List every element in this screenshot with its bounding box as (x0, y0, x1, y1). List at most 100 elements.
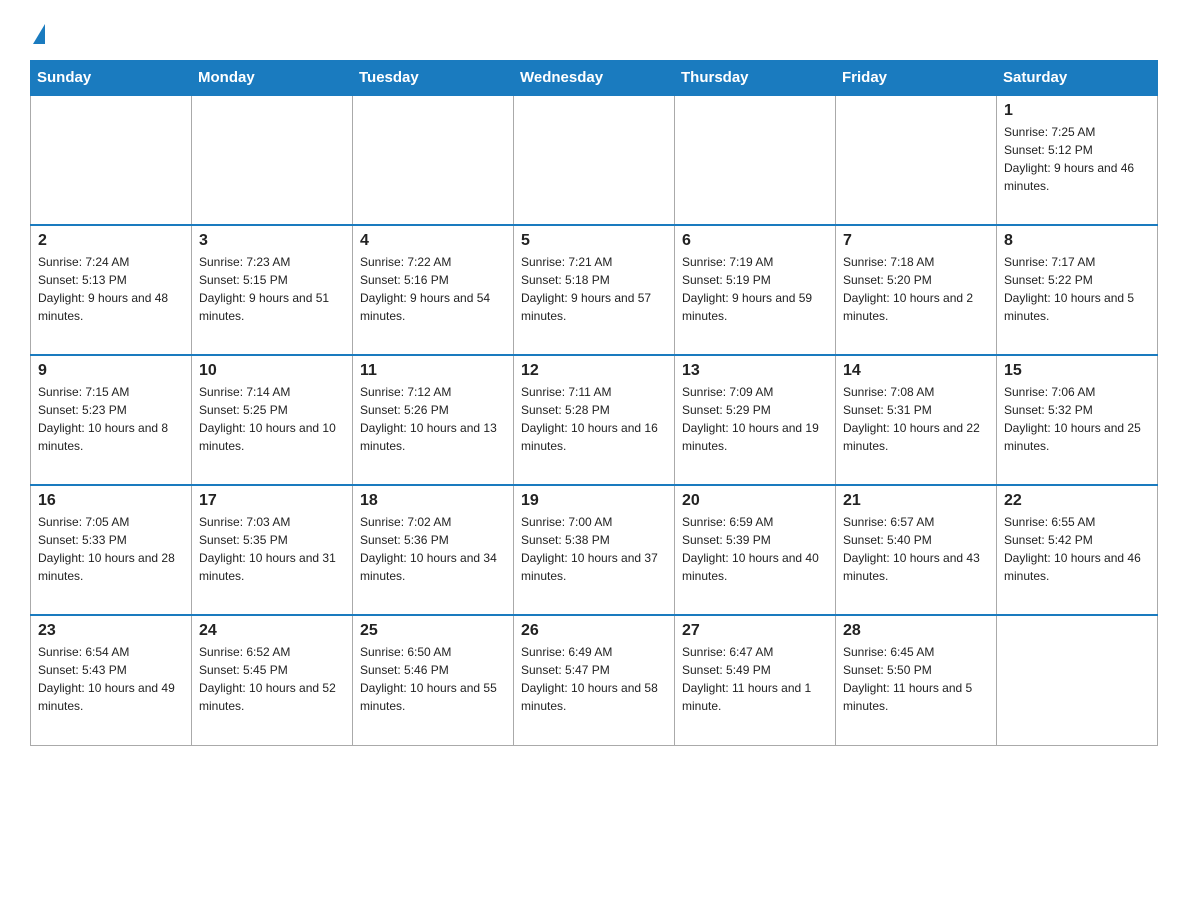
day-number: 12 (521, 362, 667, 380)
day-number: 22 (1004, 492, 1150, 510)
day-info: Sunrise: 7:19 AMSunset: 5:19 PMDaylight:… (682, 253, 828, 325)
logo-triangle-icon (33, 24, 45, 44)
calendar-week-1: 1 Sunrise: 7:25 AMSunset: 5:12 PMDaylight… (31, 95, 1158, 225)
calendar-cell: 1 Sunrise: 7:25 AMSunset: 5:12 PMDaylight… (997, 95, 1158, 225)
logo (30, 20, 45, 40)
day-number: 13 (682, 362, 828, 380)
day-info: Sunrise: 7:09 AMSunset: 5:29 PMDaylight:… (682, 383, 828, 455)
calendar-cell: 18 Sunrise: 7:02 AMSunset: 5:36 PMDayligh… (353, 485, 514, 615)
day-info: Sunrise: 7:08 AMSunset: 5:31 PMDaylight:… (843, 383, 989, 455)
calendar-week-5: 23 Sunrise: 6:54 AMSunset: 5:43 PMDayligh… (31, 615, 1158, 745)
day-info: Sunrise: 7:06 AMSunset: 5:32 PMDaylight:… (1004, 383, 1150, 455)
day-number: 8 (1004, 232, 1150, 250)
header-thursday: Thursday (675, 61, 836, 96)
calendar-cell: 17 Sunrise: 7:03 AMSunset: 5:35 PMDayligh… (192, 485, 353, 615)
day-number: 25 (360, 622, 506, 640)
calendar-cell: 23 Sunrise: 6:54 AMSunset: 5:43 PMDayligh… (31, 615, 192, 745)
day-number: 26 (521, 622, 667, 640)
calendar-week-2: 2 Sunrise: 7:24 AMSunset: 5:13 PMDaylight… (31, 225, 1158, 355)
calendar-cell (675, 95, 836, 225)
day-number: 3 (199, 232, 345, 250)
day-info: Sunrise: 7:23 AMSunset: 5:15 PMDaylight:… (199, 253, 345, 325)
calendar-cell: 13 Sunrise: 7:09 AMSunset: 5:29 PMDayligh… (675, 355, 836, 485)
calendar-cell: 14 Sunrise: 7:08 AMSunset: 5:31 PMDayligh… (836, 355, 997, 485)
day-info: Sunrise: 7:25 AMSunset: 5:12 PMDaylight:… (1004, 123, 1150, 195)
day-info: Sunrise: 6:50 AMSunset: 5:46 PMDaylight:… (360, 643, 506, 715)
day-number: 6 (682, 232, 828, 250)
calendar-cell: 11Sunrise: 7:12 AMSunset: 5:26 PMDayligh… (353, 355, 514, 485)
calendar-cell: 12 Sunrise: 7:11 AMSunset: 5:28 PMDayligh… (514, 355, 675, 485)
day-number: 2 (38, 232, 184, 250)
calendar-cell: 16 Sunrise: 7:05 AMSunset: 5:33 PMDayligh… (31, 485, 192, 615)
day-number: 27 (682, 622, 828, 640)
day-number: 5 (521, 232, 667, 250)
day-number: 24 (199, 622, 345, 640)
calendar-cell: 27Sunrise: 6:47 AMSunset: 5:49 PMDayligh… (675, 615, 836, 745)
calendar-cell: 6 Sunrise: 7:19 AMSunset: 5:19 PMDaylight… (675, 225, 836, 355)
calendar-cell (514, 95, 675, 225)
day-info: Sunrise: 6:49 AMSunset: 5:47 PMDaylight:… (521, 643, 667, 715)
day-number: 7 (843, 232, 989, 250)
day-info: Sunrise: 7:24 AMSunset: 5:13 PMDaylight:… (38, 253, 184, 325)
calendar-cell (836, 95, 997, 225)
calendar-table: SundayMondayTuesdayWednesdayThursdayFrid… (30, 60, 1158, 746)
day-number: 21 (843, 492, 989, 510)
day-info: Sunrise: 6:45 AMSunset: 5:50 PMDaylight:… (843, 643, 989, 715)
day-number: 23 (38, 622, 184, 640)
calendar-cell (353, 95, 514, 225)
day-info: Sunrise: 7:11 AMSunset: 5:28 PMDaylight:… (521, 383, 667, 455)
day-info: Sunrise: 6:54 AMSunset: 5:43 PMDaylight:… (38, 643, 184, 715)
calendar-cell: 9 Sunrise: 7:15 AMSunset: 5:23 PMDaylight… (31, 355, 192, 485)
calendar-cell (997, 615, 1158, 745)
day-info: Sunrise: 7:17 AMSunset: 5:22 PMDaylight:… (1004, 253, 1150, 325)
calendar-cell: 15 Sunrise: 7:06 AMSunset: 5:32 PMDayligh… (997, 355, 1158, 485)
day-info: Sunrise: 6:55 AMSunset: 5:42 PMDaylight:… (1004, 513, 1150, 585)
day-number: 28 (843, 622, 989, 640)
day-number: 18 (360, 492, 506, 510)
page-header (30, 20, 1158, 40)
header-wednesday: Wednesday (514, 61, 675, 96)
calendar-week-3: 9 Sunrise: 7:15 AMSunset: 5:23 PMDaylight… (31, 355, 1158, 485)
day-number: 17 (199, 492, 345, 510)
day-info: Sunrise: 7:05 AMSunset: 5:33 PMDaylight:… (38, 513, 184, 585)
calendar-cell: 25 Sunrise: 6:50 AMSunset: 5:46 PMDayligh… (353, 615, 514, 745)
header-row: SundayMondayTuesdayWednesdayThursdayFrid… (31, 61, 1158, 96)
day-info: Sunrise: 7:21 AMSunset: 5:18 PMDaylight:… (521, 253, 667, 325)
calendar-cell: 8 Sunrise: 7:17 AMSunset: 5:22 PMDaylight… (997, 225, 1158, 355)
day-number: 1 (1004, 102, 1150, 120)
day-info: Sunrise: 7:02 AMSunset: 5:36 PMDaylight:… (360, 513, 506, 585)
calendar-cell: 20 Sunrise: 6:59 AMSunset: 5:39 PMDayligh… (675, 485, 836, 615)
calendar-week-4: 16 Sunrise: 7:05 AMSunset: 5:33 PMDayligh… (31, 485, 1158, 615)
calendar-cell: 10 Sunrise: 7:14 AMSunset: 5:25 PMDayligh… (192, 355, 353, 485)
calendar-cell: 4 Sunrise: 7:22 AMSunset: 5:16 PMDaylight… (353, 225, 514, 355)
calendar-cell: 21 Sunrise: 6:57 AMSunset: 5:40 PMDayligh… (836, 485, 997, 615)
calendar-cell: 3 Sunrise: 7:23 AMSunset: 5:15 PMDaylight… (192, 225, 353, 355)
day-number: 15 (1004, 362, 1150, 380)
day-number: 20 (682, 492, 828, 510)
header-friday: Friday (836, 61, 997, 96)
header-tuesday: Tuesday (353, 61, 514, 96)
day-info: Sunrise: 7:22 AMSunset: 5:16 PMDaylight:… (360, 253, 506, 325)
day-info: Sunrise: 7:14 AMSunset: 5:25 PMDaylight:… (199, 383, 345, 455)
day-info: Sunrise: 6:59 AMSunset: 5:39 PMDaylight:… (682, 513, 828, 585)
calendar-cell (192, 95, 353, 225)
day-info: Sunrise: 7:03 AMSunset: 5:35 PMDaylight:… (199, 513, 345, 585)
day-number: 14 (843, 362, 989, 380)
calendar-cell: 22 Sunrise: 6:55 AMSunset: 5:42 PMDayligh… (997, 485, 1158, 615)
day-number: 10 (199, 362, 345, 380)
day-info: Sunrise: 7:15 AMSunset: 5:23 PMDaylight:… (38, 383, 184, 455)
day-number: 19 (521, 492, 667, 510)
day-info: Sunrise: 6:52 AMSunset: 5:45 PMDaylight:… (199, 643, 345, 715)
header-monday: Monday (192, 61, 353, 96)
day-info: Sunrise: 7:18 AMSunset: 5:20 PMDaylight:… (843, 253, 989, 325)
calendar-body: 1 Sunrise: 7:25 AMSunset: 5:12 PMDaylight… (31, 95, 1158, 745)
header-saturday: Saturday (997, 61, 1158, 96)
day-info: Sunrise: 7:00 AMSunset: 5:38 PMDaylight:… (521, 513, 667, 585)
day-number: 9 (38, 362, 184, 380)
day-info: Sunrise: 6:57 AMSunset: 5:40 PMDaylight:… (843, 513, 989, 585)
day-info: Sunrise: 7:12 AMSunset: 5:26 PMDaylight:… (360, 383, 506, 455)
day-number: 16 (38, 492, 184, 510)
calendar-cell: 24 Sunrise: 6:52 AMSunset: 5:45 PMDayligh… (192, 615, 353, 745)
day-number: 4 (360, 232, 506, 250)
calendar-header: SundayMondayTuesdayWednesdayThursdayFrid… (31, 61, 1158, 96)
